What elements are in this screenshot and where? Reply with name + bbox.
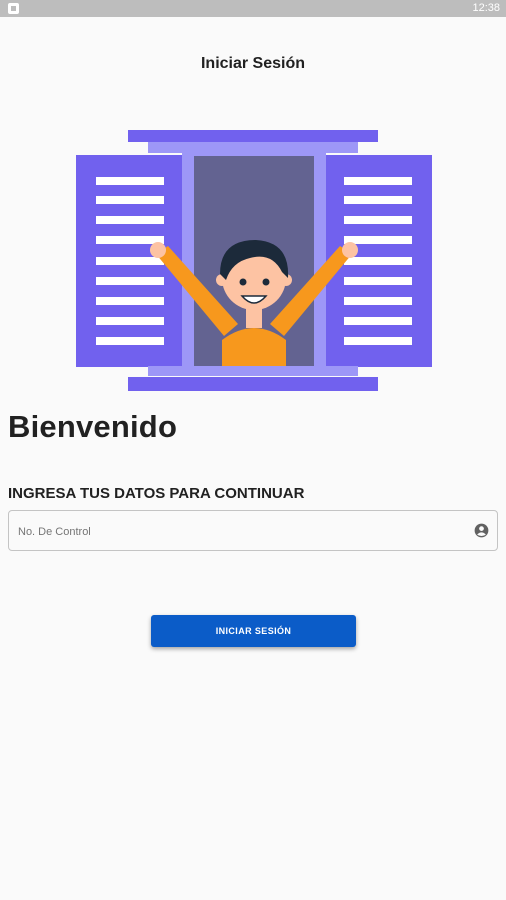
instructions-subheading: INGRESA TUS DATOS PARA CONTINUAR xyxy=(8,485,305,502)
status-time: 12:38 xyxy=(472,2,500,14)
login-button[interactable]: INICIAR SESIÓN xyxy=(151,615,356,647)
status-bar: 12:38 xyxy=(0,0,506,17)
account-circle-icon xyxy=(474,523,489,538)
page-title: Iniciar Sesión xyxy=(200,55,306,72)
control-number-input[interactable] xyxy=(16,511,460,552)
app-notification-icon xyxy=(8,3,19,14)
window-boy-illustration xyxy=(76,130,432,391)
welcome-heading: Bienvenido xyxy=(8,409,178,444)
control-number-field[interactable] xyxy=(8,510,498,552)
